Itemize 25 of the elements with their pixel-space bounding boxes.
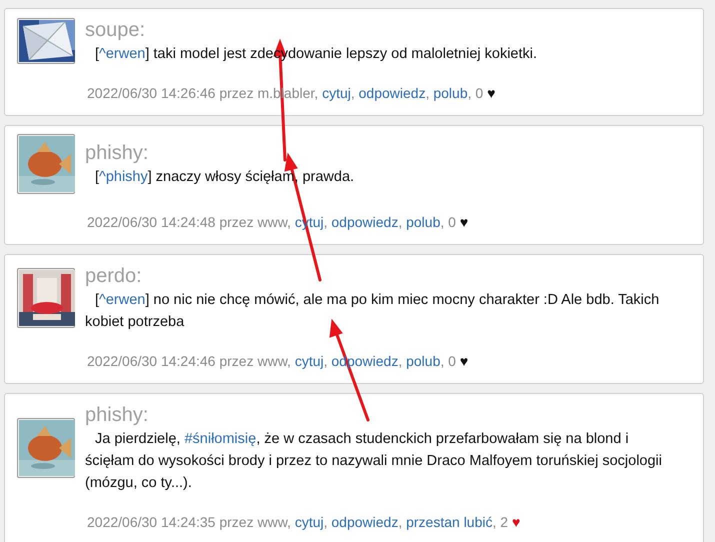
- link[interactable]: cytuj: [294, 514, 324, 530]
- link[interactable]: odpowiedz: [331, 514, 398, 530]
- heart-icon[interactable]: ♥: [460, 214, 468, 230]
- comment-text: Ja pierdzielę, #śniłomisię, że w czasach studenckich przefarbowałam się na blond i ścięłam do wysokości brody i przez to nazywali mnie Draco Malfoyem toruńskiej socjologii (mózgu, co ty...).: [85, 430, 663, 493]
- link[interactable]: polub: [433, 85, 468, 101]
- link[interactable]: ^erwen: [99, 292, 146, 308]
- link[interactable]: odpowiedz: [331, 214, 398, 230]
- link[interactable]: przestan lubić: [406, 514, 492, 530]
- comment-text: [^erwen] no nic nie chcę mówić, ale ma po kim miec mocny charakter :D Ale bdb. Takich kobiet potrzeba: [85, 291, 660, 332]
- comment-meta: 2022/06/30 14:24:35 przez www, cytuj, odpowiedz, przestan lubić, 2 ♥: [87, 513, 520, 532]
- username: soupe:: [85, 18, 146, 43]
- link[interactable]: polub: [406, 214, 440, 230]
- link[interactable]: ^erwen: [99, 46, 146, 62]
- link[interactable]: odpowiedz: [358, 85, 426, 101]
- link[interactable]: cytuj: [294, 353, 324, 369]
- heart-icon[interactable]: ♥: [460, 353, 468, 369]
- heart-icon[interactable]: ♥: [512, 514, 520, 530]
- heart-icon[interactable]: ♥: [487, 85, 496, 101]
- username: phishy:: [85, 141, 150, 166]
- link[interactable]: ^phishy: [99, 169, 148, 185]
- username: phishy:: [85, 403, 150, 428]
- link[interactable]: cytuj: [322, 85, 351, 101]
- username: perdo:: [85, 264, 143, 289]
- link[interactable]: polub: [406, 353, 440, 369]
- link[interactable]: #śniłomisię: [184, 431, 256, 447]
